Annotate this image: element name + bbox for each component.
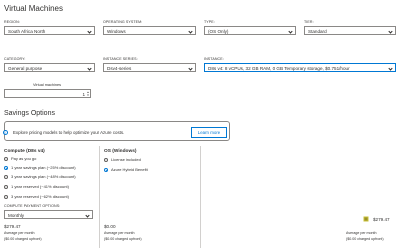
radio-3y-reserved[interactable] (4, 195, 9, 200)
os-section-title: OS (Windows) (104, 149, 137, 154)
info-icon: i (2, 129, 8, 135)
type-value: (OS Only) (208, 28, 229, 34)
payment-label: COMPUTE PAYMENT OPTIONS: (4, 204, 61, 208)
divider (99, 146, 100, 248)
radio-label-1y-reserved: 1 year reserved (~41% discount) (11, 184, 69, 190)
region-select[interactable]: South Africa North (4, 26, 95, 35)
page-title: Virtual Machines (4, 4, 63, 13)
payment-select[interactable]: Monthly (4, 210, 93, 219)
os-price: $0.00 (104, 224, 116, 229)
radio-license-included[interactable] (104, 158, 109, 163)
category-label: CATEGORY: (4, 57, 26, 61)
region-label: REGION: (4, 20, 20, 24)
savings-title: Savings Options (4, 110, 55, 117)
os-value: Windows (107, 28, 126, 34)
chevron-down-icon (288, 28, 293, 34)
chevron-down-icon (188, 65, 193, 71)
compute-price: $279.47 (4, 224, 21, 229)
category-value: General purpose (8, 65, 43, 71)
series-label: INSTANCE SERIES: (103, 57, 138, 61)
compute-title: Compute (D8s v4) (4, 149, 45, 154)
compute-upfront: ($0.00 charged upfront) (4, 237, 42, 241)
radio-label-3y-savings: 3 year savings plan (~48% discount) (11, 174, 76, 180)
tier-label: TIER: (304, 20, 314, 24)
vm-count-label: Virtual machines (33, 83, 61, 87)
instance-select[interactable]: D8s v4: 8 vCPUs, 32 GB RAM, 0 GB Tempora… (204, 63, 396, 72)
chevron-down-icon (87, 28, 92, 34)
radio-label-3y-reserved: 3 year reserved (~62% discount) (11, 194, 69, 200)
radio-label-1y-savings: 1 year savings plan (~25% discount) (11, 165, 76, 171)
compute-per-month: Average per month (4, 231, 35, 235)
type-label: TYPE: (204, 20, 215, 24)
os-select[interactable]: Windows (103, 26, 196, 35)
chevron-down-icon (87, 65, 92, 71)
os-label: OPERATING SYSTEM: (103, 20, 143, 24)
os-per-month: Average per month (104, 231, 135, 235)
learn-more-button[interactable]: Learn more (191, 126, 227, 138)
tier-select[interactable]: Standard (304, 26, 396, 35)
stepper-icon[interactable]: ▴ ▾ (87, 90, 90, 99)
radio-hybrid-benefit[interactable] (104, 168, 109, 173)
chevron-down-icon (388, 65, 393, 71)
radio-payg[interactable] (4, 157, 9, 162)
series-value: Dsv4-series (107, 65, 132, 71)
type-select[interactable]: (OS Only) (204, 26, 296, 35)
radio-3y-savings[interactable] (4, 175, 9, 180)
instance-value: D8s v4: 8 vCPUs, 32 GB RAM, 0 GB Tempora… (208, 65, 350, 71)
savings-banner: i Explore pricing models to help optimiz… (2, 121, 230, 141)
radio-1y-reserved[interactable] (4, 185, 9, 190)
vm-count-value: 1 (82, 91, 85, 97)
chevron-down-icon (388, 28, 393, 34)
payment-value: Monthly (8, 212, 25, 218)
chevron-down-icon (188, 28, 193, 34)
total-price-icon (363, 216, 369, 222)
os-upfront: ($0.00 charged upfront) (104, 237, 142, 241)
divider (200, 146, 201, 248)
vm-count-input[interactable]: 1 ▴ ▾ (4, 89, 91, 98)
total-price: $279.47 (373, 216, 390, 222)
radio-1y-savings[interactable] (4, 166, 9, 171)
radio-label-payg: Pay as you go (11, 156, 37, 162)
chevron-down-icon (85, 212, 90, 218)
radio-label-hybrid-benefit: Azure Hybrid Benefit (111, 167, 148, 173)
radio-label-license-included: License included (111, 157, 141, 163)
total-upfront: ($0.00 charged upfront) (346, 237, 384, 241)
banner-text: Explore pricing models to help optimize … (13, 129, 125, 135)
tier-value: Standard (308, 28, 327, 34)
series-select[interactable]: Dsv4-series (103, 63, 196, 72)
total-per-month: Average per month (346, 231, 377, 235)
instance-label: INSTANCE: (204, 57, 224, 61)
region-value: South Africa North (8, 28, 46, 34)
category-select[interactable]: General purpose (4, 63, 95, 72)
